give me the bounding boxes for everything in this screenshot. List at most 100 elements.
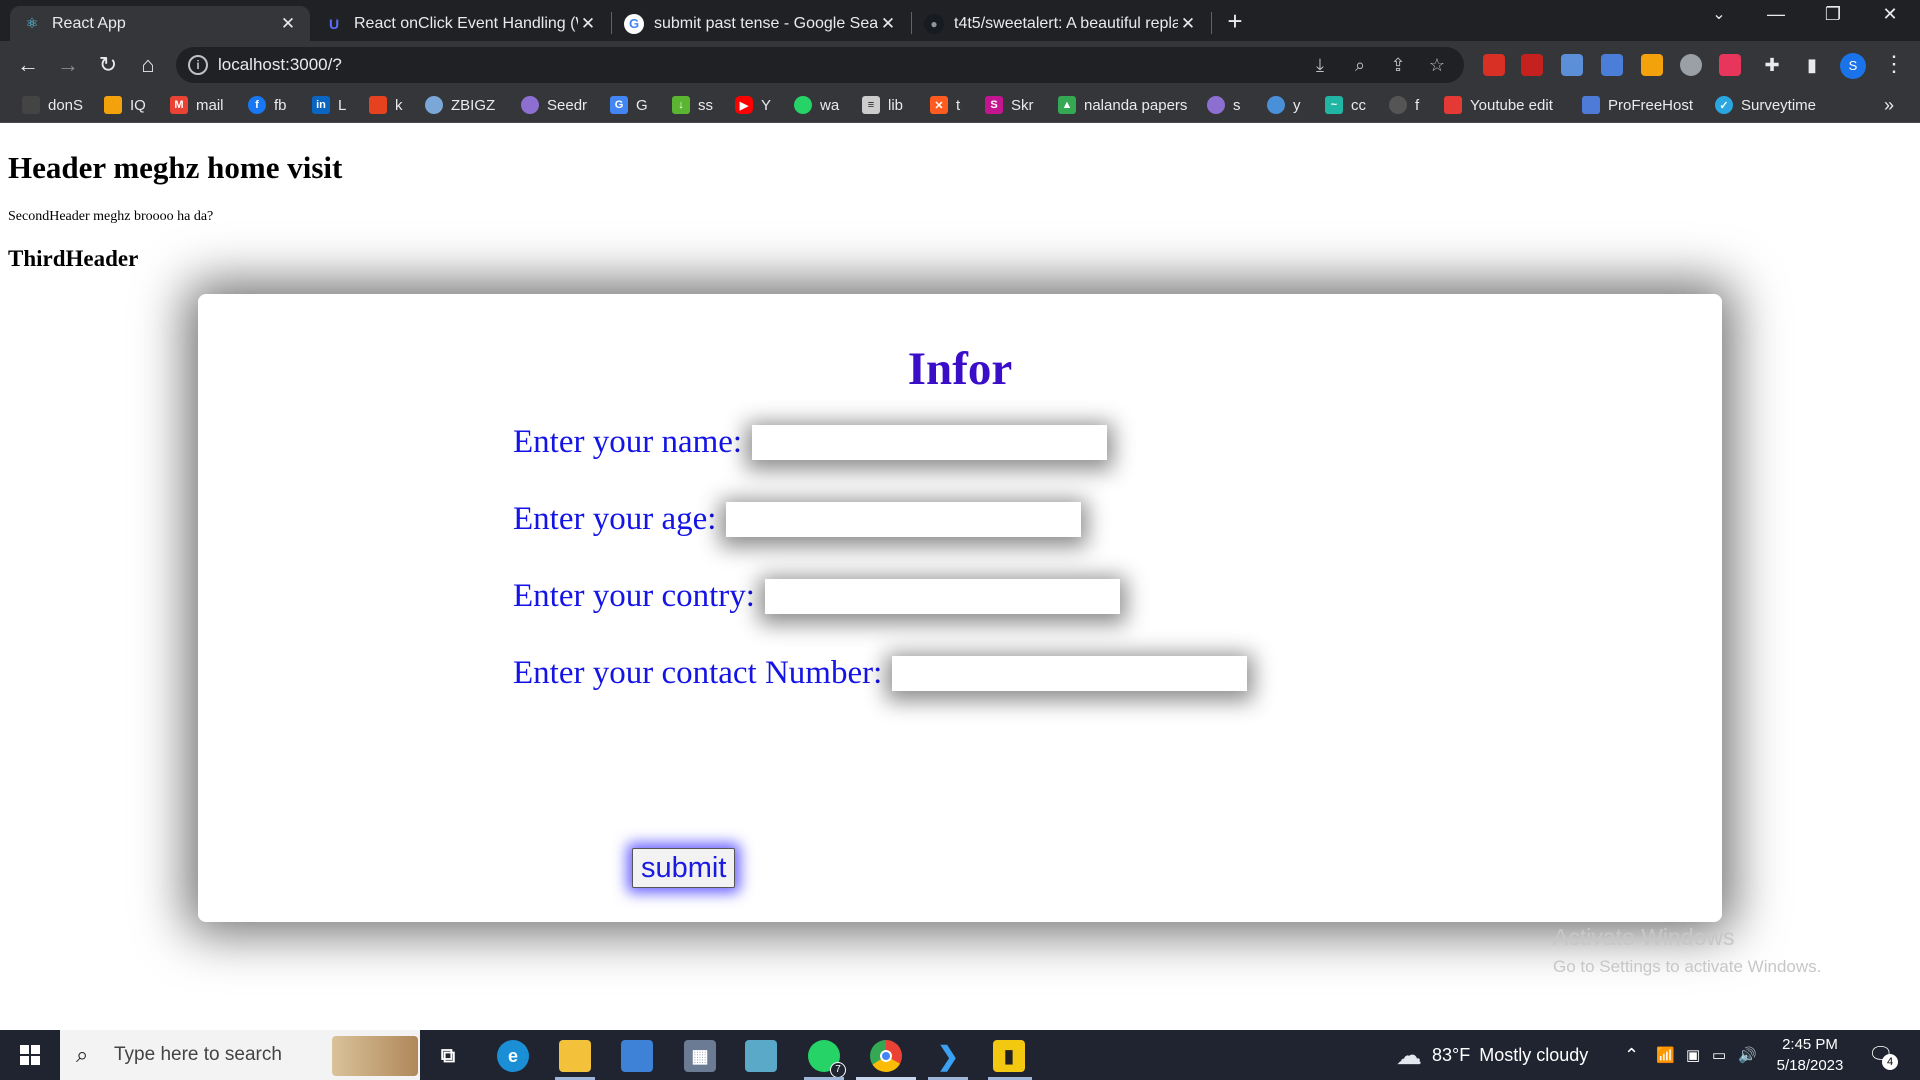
zoom-icon[interactable]: ⌕ [1348,55,1372,76]
whatsapp-icon[interactable]: 7 [808,1040,846,1078]
close-icon[interactable]: ✕ [878,14,898,34]
second-header-text: SecondHeader meghz broooo ha da? [8,209,214,224]
vscode-icon[interactable]: ❯ [932,1040,964,1072]
bookmark-item[interactable]: in L [312,96,346,114]
bookmark-item[interactable]: S Skr [985,96,1034,114]
show-hidden-icons[interactable]: ⌃ [1624,1030,1639,1080]
notification-center-icon[interactable]: 🗨 4 [1868,1042,1898,1070]
tab-title: React App [52,14,126,32]
tab-react-app[interactable]: ⚛ React App ✕ [10,6,310,41]
power-bi-icon[interactable]: ▮ [993,1040,1025,1072]
windows-logo-icon [20,1045,40,1065]
bookmark-item[interactable]: ▲ nalanda papers [1058,96,1187,114]
new-tab-button[interactable]: + [1220,6,1250,36]
contact-row: Enter your contact Number: [513,655,1248,692]
third-header: ThirdHeader [8,246,139,271]
watermark-subtitle: Go to Settings to activate Windows. [1553,957,1822,976]
age-label: Enter your age: [513,501,717,537]
file-explorer-icon[interactable] [559,1040,591,1072]
reload-icon[interactable]: ↻ [94,51,122,79]
bookmark-item[interactable]: s [1207,96,1241,114]
network-icon[interactable]: 📶 [1656,1030,1675,1080]
task-view-icon[interactable]: ⧉ [432,1040,464,1072]
home-icon[interactable]: ⌂ [134,51,162,79]
share-icon[interactable]: ⇪ [1386,55,1410,76]
start-button[interactable] [0,1030,60,1080]
bookmark-item[interactable]: Mmail [170,96,224,114]
country-input[interactable] [764,579,1120,614]
extension-icon-2[interactable] [1521,54,1543,76]
chrome-icon[interactable] [870,1040,902,1072]
name-input[interactable] [752,425,1108,460]
calculator-icon[interactable]: ▦ [684,1040,716,1072]
extension-icon-7[interactable] [1719,54,1741,76]
computer-icon[interactable] [621,1040,653,1072]
bookmark-icon [1582,96,1600,114]
system-clock[interactable]: 2:45 PM 5/18/2023 [1762,1034,1858,1076]
tab-react-onclick[interactable]: U React onClick Event Handling (W ✕ [312,6,610,41]
extension-icon-1[interactable] [1483,54,1505,76]
weather-widget[interactable]: ☁ 83°F Mostly cloudy [1396,1030,1588,1080]
battery-icon[interactable]: ▭ [1712,1030,1726,1080]
close-icon[interactable]: ✕ [278,14,298,34]
bookmark-item[interactable]: ✓ Surveytime [1715,96,1816,114]
more-bookmarks-icon[interactable]: » [1884,95,1894,116]
bookmark-item[interactable]: wa [794,96,839,114]
weather-description: Mostly cloudy [1479,1044,1589,1065]
extension-icon-3[interactable] [1561,54,1583,76]
whatsapp-badge: 7 [830,1062,846,1078]
notes-app-icon[interactable] [745,1040,777,1072]
side-panel-icon[interactable]: ▮ [1798,51,1826,79]
windows-taskbar: ⌕ Type here to search ⧉ e ▦ 7 ❯ ▮ ☁ 83°F… [0,1030,1920,1080]
extension-icon-6[interactable] [1680,54,1702,76]
bookmark-icon [1267,96,1285,114]
edge-icon[interactable]: e [497,1040,529,1072]
bookmark-item[interactable]: y [1267,96,1301,114]
extensions-puzzle-icon[interactable]: ✚ [1758,51,1786,79]
bookmark-item[interactable]: GG [610,96,648,114]
close-icon[interactable]: ✕ [578,14,598,34]
volume-icon[interactable]: 🔊 [1738,1030,1757,1080]
tab-google-search[interactable]: G submit past tense - Google Searc ✕ [612,6,910,41]
minimize-icon[interactable]: — [1756,4,1796,25]
extension-icon-5[interactable] [1641,54,1663,76]
bookmark-item[interactable]: k [369,96,403,114]
bookmark-item[interactable]: Youtube edit [1444,96,1553,114]
back-icon[interactable]: ← [14,51,42,79]
country-row: Enter your contry: [513,578,1120,615]
page-content: Header meghz home visit SecondHeader meg… [0,124,1920,1030]
translate-extension-icon[interactable] [1601,54,1623,76]
age-input[interactable] [726,502,1082,537]
bookmark-item[interactable]: ✕ t [930,96,960,114]
close-icon[interactable]: ✕ [1178,14,1198,34]
bookmark-item[interactable]: ProFreeHost [1582,96,1693,114]
bookmark-item[interactable]: ▶ Y [735,96,771,114]
bookmark-star-icon[interactable]: ☆ [1425,55,1449,76]
window-close-icon[interactable]: ✕ [1870,4,1910,25]
tab-sweetalert[interactable]: ● t4t5/sweetalert: A beautiful repla ✕ [912,6,1210,41]
tab-title: t4t5/sweetalert: A beautiful repla [954,14,1178,32]
site-info-icon[interactable]: i [188,55,208,75]
submit-button[interactable]: submit [632,848,736,888]
tab-search-icon[interactable]: ⌄ [1699,4,1739,24]
bookmark-item[interactable]: f [1389,96,1419,114]
menu-kebab-icon[interactable]: ⋮ [1883,51,1905,77]
contact-number-input[interactable] [892,656,1248,691]
restore-icon[interactable]: ❐ [1813,4,1853,25]
taskbar-search[interactable]: ⌕ Type here to search [60,1030,420,1080]
bookmark-item[interactable]: donS [22,96,83,114]
google-drive-icon: ▲ [1058,96,1076,114]
url-text[interactable]: localhost:3000/? [218,55,342,75]
install-icon[interactable]: ⤓ [1308,55,1332,76]
bookmark-item[interactable]: ~ cc [1325,96,1366,114]
profile-avatar[interactable]: S [1840,53,1866,79]
bookmark-item[interactable]: f fb [248,96,287,114]
bookmark-item[interactable]: ZBIGZ [425,96,495,114]
bookmark-item[interactable]: Seedr [521,96,587,114]
forward-icon[interactable]: → [54,51,82,79]
bookmark-item[interactable]: IQ [104,96,146,114]
bookmark-item[interactable]: ↓ ss [672,96,713,114]
device-icon[interactable]: ▣ [1686,1030,1700,1080]
address-bar[interactable]: i localhost:3000/? ⤓ ⌕ ⇪ ☆ [176,47,1464,83]
bookmark-item[interactable]: ≡ lib [862,96,903,114]
